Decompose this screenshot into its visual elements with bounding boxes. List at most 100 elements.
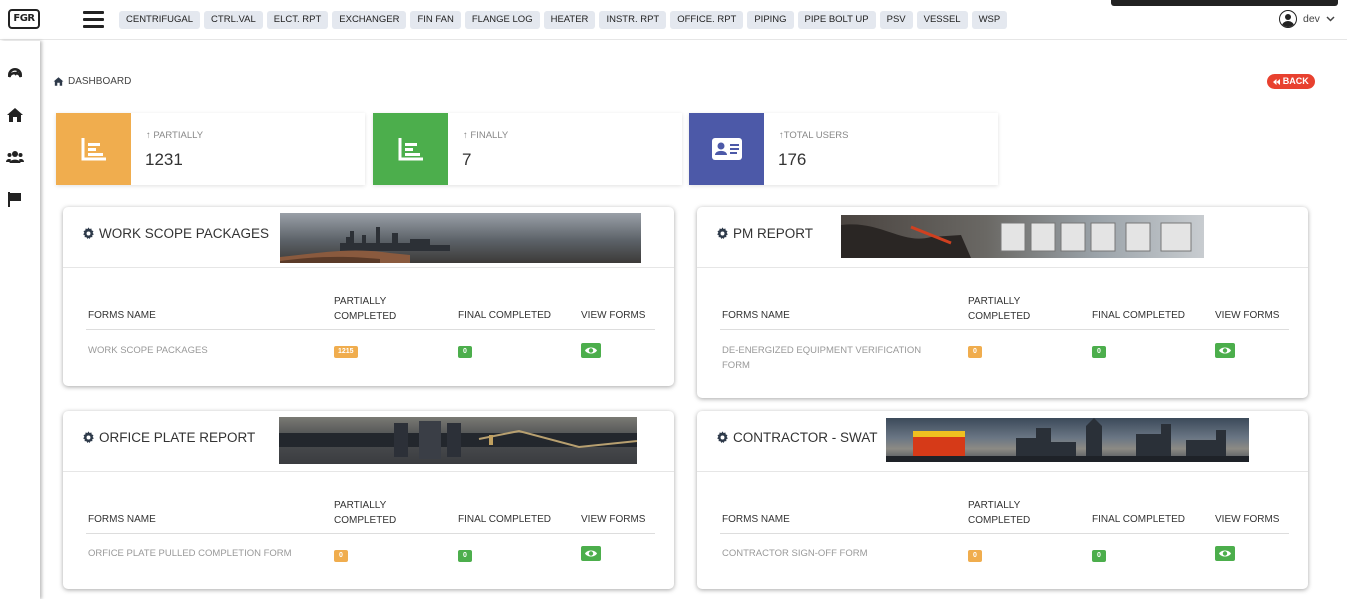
gear-icon [83, 227, 94, 239]
card-pm-report: PM REPORT FORMS NAME PARTIALLY COMPLETED … [697, 207, 1308, 398]
eye-icon [585, 347, 597, 354]
card-banner-image [886, 418, 1249, 462]
card-title: WORK SCOPE PACKAGES [82, 226, 269, 241]
tab-wsp[interactable]: WSP [971, 11, 1008, 29]
table-row: ORFICE PLATE PULLED COMPLETION FORM 0 0 [86, 534, 655, 574]
form-name[interactable]: CONTRACTOR SIGN-OFF FORM [722, 546, 942, 561]
tab-pipe-bolt-up[interactable]: PIPE BOLT UP [797, 11, 876, 29]
th-forms-name: FORMS NAME [722, 310, 790, 321]
stat-label: ↑TOTAL USERS [779, 130, 849, 141]
id-card-icon [711, 138, 742, 160]
tab-flange-log[interactable]: FLANGE LOG [464, 11, 540, 29]
table-header: FORMS NAME PARTIALLY COMPLETED FINAL COMP… [86, 490, 655, 534]
tab-piping[interactable]: PIPING [747, 11, 794, 29]
back-button[interactable]: BACK [1267, 74, 1315, 89]
tab-centrifugal[interactable]: CENTRIFUGAL [119, 11, 201, 29]
tab-elct-rpt[interactable]: ELCT. RPT [266, 11, 329, 29]
card-banner-image [841, 215, 1204, 258]
card-title: PM REPORT [716, 226, 813, 241]
th-final-completed: FINAL COMPLETED [458, 514, 551, 525]
form-name[interactable]: WORK SCOPE PACKAGES [88, 343, 308, 358]
th-forms-name: FORMS NAME [722, 514, 790, 525]
eye-icon [585, 550, 597, 557]
tab-office-rpt[interactable]: OFFICE. RPT [670, 11, 744, 29]
th-view-forms: VIEW FORMS [1215, 310, 1280, 321]
forms-table: FORMS NAME PARTIALLY COMPLETED FINAL COMP… [86, 490, 655, 574]
table-row: CONTRACTOR SIGN-OFF FORM 0 0 [720, 534, 1289, 574]
module-tabs: CENTRIFUGAL CTRL.VAL ELCT. RPT EXCHANGER… [119, 11, 1008, 29]
card-orfice-plate-report: ORFICE PLATE REPORT FORMS NAME PARTIALLY… [63, 411, 674, 589]
home-icon[interactable] [6, 106, 24, 124]
app-logo[interactable]: FGR [8, 9, 40, 29]
final-completed-count: 0 [1092, 549, 1106, 562]
table-row: WORK SCOPE PACKAGES 1215 0 [86, 330, 655, 370]
card-banner-image [280, 213, 641, 263]
bar-chart-icon [398, 138, 423, 161]
stat-card-finally: ↑ FINALLY 7 [373, 113, 682, 185]
forms-table: FORMS NAME PARTIALLY COMPLETED FINAL COMP… [720, 490, 1289, 574]
card-banner-image [279, 417, 637, 464]
gear-icon [717, 431, 728, 443]
tab-vessel[interactable]: VESSEL [916, 11, 968, 29]
card-title: CONTRACTOR - SWAT [716, 430, 878, 445]
th-final-completed: FINAL COMPLETED [1092, 310, 1185, 321]
tab-ctrl-val[interactable]: CTRL.VAL [204, 11, 263, 29]
form-name[interactable]: DE-ENERGIZED EQUIPMENT VERIFICATION FORM [722, 343, 942, 373]
forms-table: FORMS NAME PARTIALLY COMPLETED FINAL COMP… [720, 286, 1289, 373]
view-forms-button[interactable] [1215, 546, 1235, 564]
top-navbar: FGR CENTRIFUGAL CTRL.VAL ELCT. RPT EXCHA… [0, 0, 1347, 40]
eye-icon [1219, 550, 1231, 557]
final-completed-count: 0 [458, 549, 472, 562]
th-forms-name: FORMS NAME [88, 310, 156, 321]
user-menu[interactable]: dev [1279, 10, 1335, 28]
card-header: WORK SCOPE PACKAGES [63, 207, 674, 268]
stat-card-partially: ↑ PARTIALLY 1231 [56, 113, 365, 185]
stat-value: 7 [462, 150, 472, 169]
table-row: DE-ENERGIZED EQUIPMENT VERIFICATION FORM… [720, 330, 1289, 373]
card-work-scope-packages: WORK SCOPE PACKAGES FORMS NAME PARTIALLY… [63, 207, 674, 386]
view-forms-button[interactable] [581, 343, 601, 361]
forms-table: FORMS NAME PARTIALLY COMPLETED FINAL COMP… [86, 286, 655, 370]
tab-psv[interactable]: PSV [879, 11, 913, 29]
stat-value: 176 [778, 150, 807, 169]
form-name[interactable]: ORFICE PLATE PULLED COMPLETION FORM [88, 546, 318, 561]
partially-completed-count: 0 [968, 549, 982, 562]
tab-instr-rpt[interactable]: INSTR. RPT [599, 11, 667, 29]
th-final-completed: FINAL COMPLETED [1092, 514, 1185, 525]
flag-icon[interactable] [6, 190, 24, 208]
bar-chart-icon [81, 138, 106, 161]
th-partially-completed: PARTIALLY COMPLETED [968, 296, 1031, 322]
breadcrumb-label[interactable]: DASHBOARD [68, 76, 131, 87]
view-forms-button[interactable] [1215, 343, 1235, 361]
th-partially-completed: PARTIALLY COMPLETED [334, 500, 397, 526]
card-header: PM REPORT [697, 207, 1308, 268]
th-view-forms: VIEW FORMS [581, 514, 646, 525]
th-forms-name: FORMS NAME [88, 514, 156, 525]
menu-toggle-icon[interactable] [83, 11, 104, 29]
stat-icon-tile [689, 113, 764, 185]
tab-fin-fan[interactable]: FIN FAN [410, 11, 461, 29]
card-title: ORFICE PLATE REPORT [82, 430, 255, 445]
dashboard-gauge-icon[interactable] [6, 65, 24, 83]
stat-value: 1231 [145, 150, 183, 169]
final-completed-count: 0 [1092, 345, 1106, 358]
table-header: FORMS NAME PARTIALLY COMPLETED FINAL COMP… [86, 286, 655, 330]
gear-icon [83, 431, 94, 443]
final-completed-count: 0 [458, 345, 472, 358]
breadcrumb: DASHBOARD [53, 76, 131, 87]
partially-completed-count: 0 [334, 549, 348, 562]
view-forms-button[interactable] [581, 546, 601, 564]
user-avatar-icon [1279, 10, 1297, 28]
tab-exchanger[interactable]: EXCHANGER [332, 11, 407, 29]
users-icon[interactable] [6, 148, 24, 166]
table-header: FORMS NAME PARTIALLY COMPLETED FINAL COMP… [720, 286, 1289, 330]
stat-label: ↑ FINALLY [463, 130, 509, 141]
user-name: dev [1303, 13, 1320, 25]
rewind-icon [1273, 79, 1281, 85]
stat-icon-tile [56, 113, 131, 185]
eye-icon [1219, 347, 1231, 354]
home-icon[interactable] [53, 76, 64, 87]
sidebar [0, 41, 40, 599]
tab-heater[interactable]: HEATER [543, 11, 596, 29]
card-header: ORFICE PLATE REPORT [63, 411, 674, 472]
